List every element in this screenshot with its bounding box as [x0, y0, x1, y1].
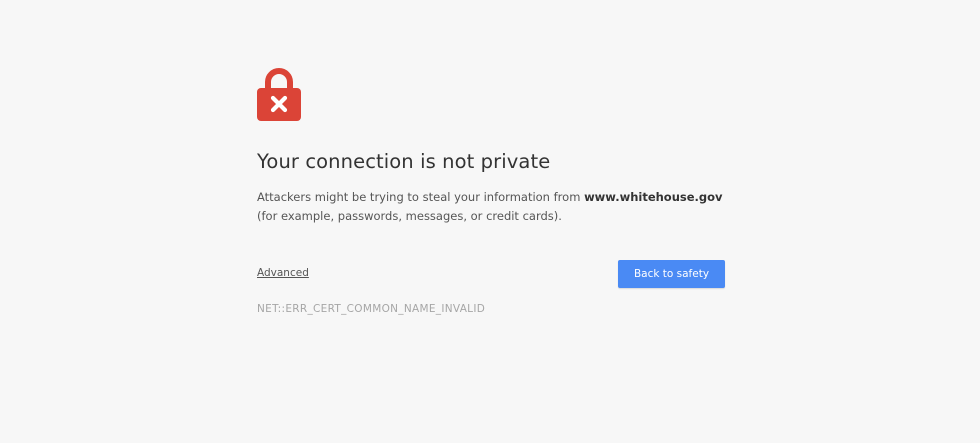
back-to-safety-button[interactable]: Back to safety [618, 260, 725, 288]
lock-with-x-icon [257, 68, 301, 121]
description-text: Attackers might be trying to steal your … [257, 188, 737, 226]
interstitial-page: Your connection is not private Attackers… [0, 0, 980, 443]
domain-name: www.whitehouse.gov [584, 190, 723, 204]
page-title: Your connection is not private [257, 150, 551, 173]
description-prefix: Attackers might be trying to steal your … [257, 190, 585, 204]
error-code: NET::ERR_CERT_COMMON_NAME_INVALID [257, 303, 486, 315]
description-suffix: (for example, passwords, messages, or cr… [257, 209, 562, 223]
advanced-link[interactable]: Advanced [257, 267, 309, 279]
